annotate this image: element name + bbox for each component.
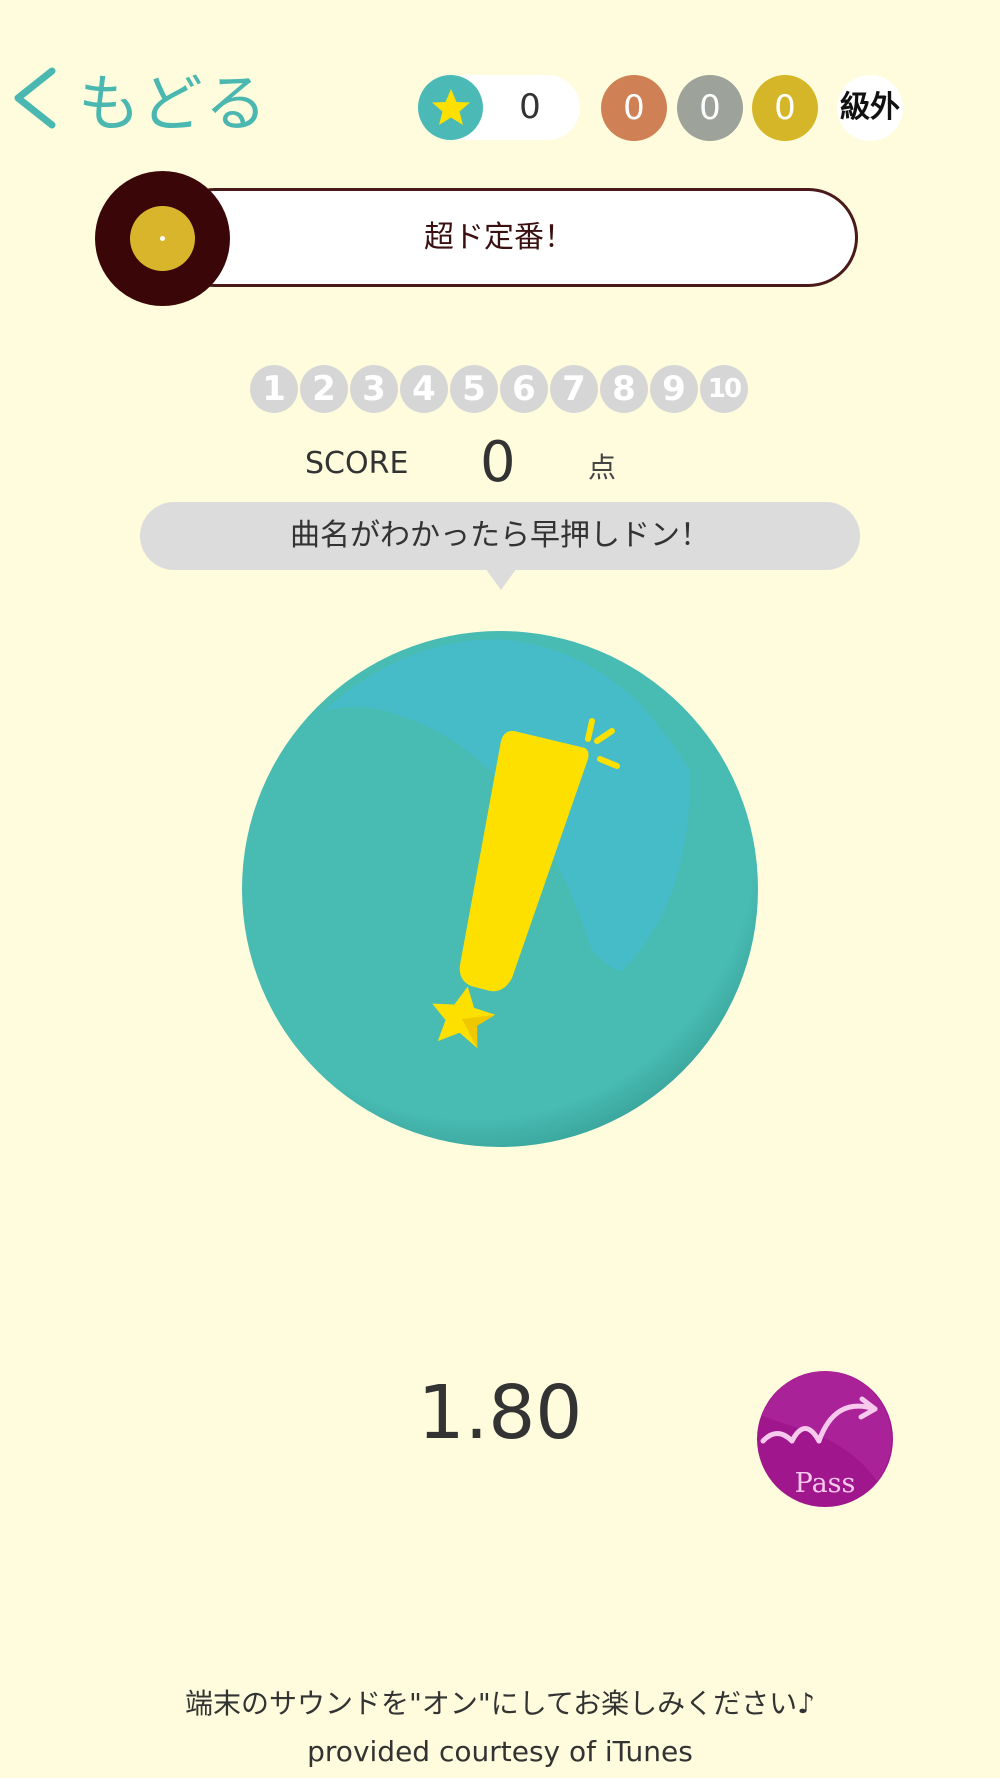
question-dot: 4 xyxy=(400,365,448,413)
buzzer-button[interactable] xyxy=(242,631,758,1147)
back-button[interactable]: もどる xyxy=(8,60,269,140)
chevron-left-icon xyxy=(14,67,56,128)
record-hole xyxy=(160,236,165,241)
rank-badge: 級外 xyxy=(837,75,903,141)
question-dot: 3 xyxy=(350,365,398,413)
question-dot: 10 xyxy=(700,365,748,413)
prompt-bubble: 曲名がわかったら早押しドン！ xyxy=(140,502,860,570)
prompt-bubble-tail xyxy=(485,568,517,590)
question-dot: 2 xyxy=(300,365,348,413)
star-icon xyxy=(431,88,470,125)
score-unit: 点 xyxy=(588,451,617,484)
question-dot: 6 xyxy=(500,365,548,413)
score-value: 0 xyxy=(480,430,516,495)
pass-label: Pass xyxy=(794,1468,856,1499)
genre-title: 超ド定番！ xyxy=(424,220,574,255)
question-dot: 7 xyxy=(550,365,598,413)
silver-medal-count: 0 xyxy=(677,75,743,141)
score-label: SCORE xyxy=(305,446,409,481)
star-count: 0 xyxy=(519,87,541,127)
question-progress: 1 2 3 4 5 6 7 8 9 10 xyxy=(250,365,750,413)
bronze-medal-count: 0 xyxy=(601,75,667,141)
question-dot: 5 xyxy=(450,365,498,413)
itunes-credit: provided courtesy of iTunes xyxy=(307,1735,693,1768)
gold-medal-count: 0 xyxy=(752,75,818,141)
question-dot: 8 xyxy=(600,365,648,413)
star-badge xyxy=(418,75,483,140)
timer: 1.80 xyxy=(417,1370,583,1456)
question-dot: 1 xyxy=(250,365,298,413)
back-label: もどる xyxy=(78,66,269,140)
sound-notice: 端末のサウンドを"オン"にしてお楽しみください♪ xyxy=(185,1687,815,1720)
question-dot: 9 xyxy=(650,365,698,413)
